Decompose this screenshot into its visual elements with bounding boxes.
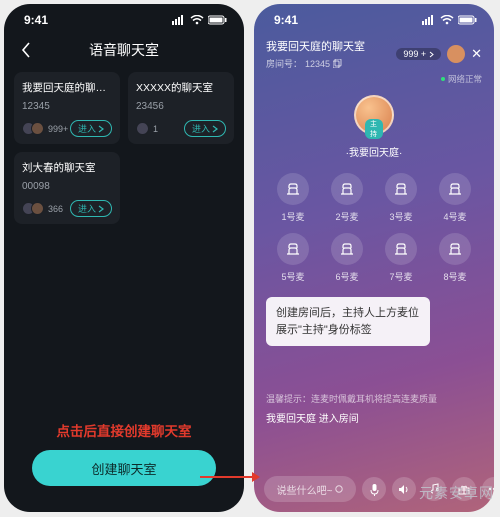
emoji-icon: [335, 485, 343, 493]
avatar-stack: [136, 122, 149, 135]
seat-empty-icon: [331, 233, 363, 265]
host-badge: 主持: [365, 119, 383, 139]
seat-empty-icon: [277, 173, 309, 205]
seat[interactable]: 4号麦: [430, 173, 480, 223]
room-card[interactable]: 我要回天庭的聊天室 12345 999+ 进入: [14, 72, 120, 144]
status-icons: [422, 15, 478, 25]
seat[interactable]: 6号麦: [322, 233, 372, 283]
status-icons: [172, 15, 228, 25]
status-time: 9:41: [24, 13, 48, 27]
status-bar: 9:41: [4, 4, 244, 36]
room-code: 12345: [22, 101, 112, 112]
enter-button[interactable]: 进入: [70, 200, 112, 217]
room-name: 我要回天庭的聊天室: [22, 80, 112, 95]
status-time: 9:41: [274, 13, 298, 27]
create-hint: 点击后直接创建聊天室: [4, 420, 244, 440]
tip-bubble: 创建房间后，主持人上方麦位 展示"主持"身份标签: [266, 297, 430, 346]
avatar-stack: [22, 122, 44, 135]
copy-icon[interactable]: [333, 59, 342, 68]
phone-room-list: 9:41 语音聊天室 我要回天庭的聊天室 12345 999+ 进入: [4, 4, 244, 512]
signal-icon: [172, 15, 186, 25]
mic-button[interactable]: [362, 477, 386, 501]
bottom-bar: 说些什么吧~: [254, 476, 494, 502]
status-bar: 9:41: [254, 4, 494, 36]
signal-icon: [422, 15, 436, 25]
member-count: 999+: [48, 124, 68, 134]
seat[interactable]: 3号麦: [376, 173, 426, 223]
member-count: 366: [48, 204, 63, 214]
battery-icon: [458, 15, 478, 25]
room-id: 房间号：12345: [266, 57, 365, 70]
enter-button[interactable]: 进入: [70, 120, 112, 137]
avatar[interactable]: [447, 45, 465, 63]
room-card[interactable]: XXXXX的聊天室 23456 1 进入: [128, 72, 234, 144]
seat[interactable]: 5号麦: [268, 233, 318, 283]
seat[interactable]: 7号麦: [376, 233, 426, 283]
speaker-button[interactable]: [392, 477, 416, 501]
room-code: 00098: [22, 181, 112, 192]
room-name: XXXXX的聊天室: [136, 80, 226, 95]
room-title: 我要回天庭的聊天室: [266, 38, 365, 54]
seat-empty-icon: [331, 173, 363, 205]
seat[interactable]: 2号麦: [322, 173, 372, 223]
seat-empty-icon: [385, 173, 417, 205]
room-header: 我要回天庭的聊天室 房间号：12345 999 + ✕ 网络正常: [254, 36, 494, 85]
room-card-list: 我要回天庭的聊天室 12345 999+ 进入 XXXXX的聊天室 23456 …: [4, 68, 244, 228]
seat-empty-icon: [439, 173, 471, 205]
seat[interactable]: 8号麦: [430, 233, 480, 283]
music-button[interactable]: [422, 477, 446, 501]
wifi-icon: [190, 15, 204, 25]
page-title: 语音聊天室: [16, 40, 232, 60]
battery-icon: [208, 15, 228, 25]
seat-empty-icon: [439, 233, 471, 265]
member-count-pill[interactable]: 999 +: [396, 48, 441, 60]
title-bar: 语音聊天室: [4, 36, 244, 68]
system-message: 我要回天庭 进入房间: [266, 410, 482, 425]
phone-room-detail: 9:41 我要回天庭的聊天室 房间号：12345 999 +: [254, 4, 494, 512]
close-icon[interactable]: ✕: [471, 46, 482, 62]
chat-input[interactable]: 说些什么吧~: [264, 476, 356, 502]
gift-button[interactable]: [452, 477, 476, 501]
network-status: 网络正常: [266, 73, 482, 85]
annotation-arrow: [198, 470, 260, 484]
more-button[interactable]: [482, 477, 494, 501]
seat-empty-icon: [385, 233, 417, 265]
room-code: 23456: [136, 101, 226, 112]
seat-grid: 1号麦 2号麦 3号麦 4号麦 5号麦 6号麦 7号麦 8号麦: [254, 159, 494, 283]
avatar-stack: [22, 202, 44, 215]
seat-empty-icon: [277, 233, 309, 265]
warm-tip: 温馨提示：连麦时佩戴耳机将提高连麦质量: [266, 392, 482, 405]
host-name: ·我要回天庭·: [346, 144, 403, 159]
enter-button[interactable]: 进入: [184, 120, 226, 137]
wifi-icon: [440, 15, 454, 25]
room-card[interactable]: 刘大春的聊天室 00098 366 进入: [14, 152, 120, 224]
member-count: 1: [153, 124, 158, 134]
create-room-button[interactable]: 创建聊天室: [32, 450, 216, 486]
host-seat[interactable]: 主持 ·我要回天庭·: [254, 95, 494, 159]
host-avatar: 主持: [354, 95, 394, 135]
seat[interactable]: 1号麦: [268, 173, 318, 223]
room-name: 刘大春的聊天室: [22, 160, 112, 175]
